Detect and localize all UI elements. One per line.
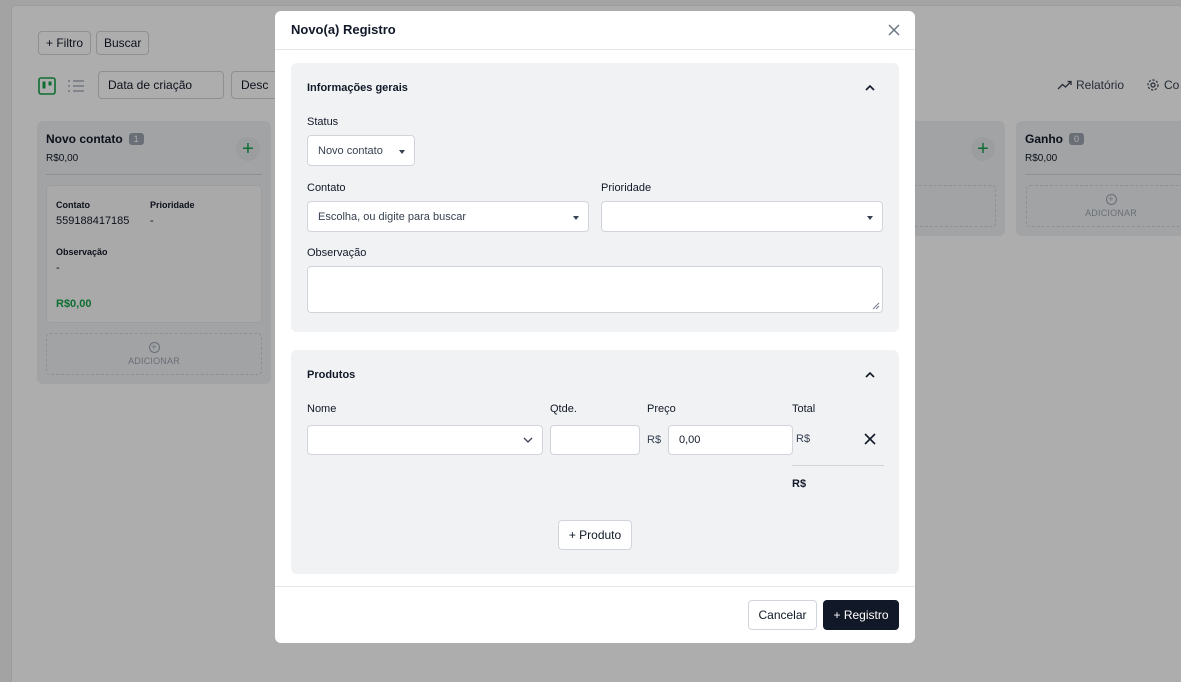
- general-info-title: Informações gerais: [307, 82, 408, 94]
- note-label: Observação: [307, 247, 367, 259]
- new-record-modal: Novo(a) Registro Informações gerais Stat…: [275, 11, 915, 643]
- product-qty-input[interactable]: [550, 425, 640, 455]
- caret-down-icon: [867, 216, 873, 220]
- contact-placeholder: Escolha, ou digite para buscar: [318, 210, 466, 223]
- products-title: Produtos: [307, 369, 356, 381]
- status-value: Novo contato: [318, 144, 383, 157]
- close-icon[interactable]: [887, 23, 901, 37]
- chevron-up-icon[interactable]: [864, 369, 876, 381]
- note-textarea[interactable]: [307, 266, 883, 313]
- priority-select[interactable]: [601, 201, 883, 232]
- add-product-button[interactable]: + Produto: [558, 520, 632, 550]
- price-currency: R$: [647, 434, 662, 446]
- submit-record-button[interactable]: + Registro: [823, 600, 899, 630]
- products-section: Produtos Nome Qtde. Preço Total R$ 0,00 …: [291, 350, 899, 574]
- col-price-label: Preço: [647, 403, 676, 415]
- col-qty-label: Qtde.: [550, 403, 577, 415]
- footer-divider: [275, 586, 915, 587]
- grand-total: R$: [792, 478, 807, 490]
- cancel-button[interactable]: Cancelar: [748, 600, 817, 630]
- modal-header: Novo(a) Registro: [275, 11, 915, 50]
- total-separator: [792, 465, 884, 466]
- col-name-label: Nome: [307, 403, 337, 415]
- caret-down-icon: [573, 216, 579, 220]
- priority-label: Prioridade: [601, 182, 652, 194]
- contact-label: Contato: [307, 182, 346, 194]
- col-total-label: Total: [792, 403, 816, 415]
- row-total: R$: [796, 433, 811, 445]
- contact-select[interactable]: Escolha, ou digite para buscar: [307, 201, 589, 232]
- remove-product-icon[interactable]: [863, 432, 877, 446]
- status-label: Status: [307, 116, 339, 128]
- modal-title: Novo(a) Registro: [291, 22, 396, 37]
- resize-grip-icon[interactable]: [872, 302, 880, 310]
- chevron-down-icon: [523, 437, 533, 443]
- product-price-input[interactable]: 0,00: [668, 425, 793, 455]
- chevron-up-icon[interactable]: [864, 82, 876, 94]
- status-select[interactable]: Novo contato: [307, 135, 415, 166]
- general-info-section: Informações gerais Status Novo contato C…: [291, 63, 899, 332]
- product-name-select[interactable]: [307, 425, 543, 455]
- caret-down-icon: [399, 150, 405, 154]
